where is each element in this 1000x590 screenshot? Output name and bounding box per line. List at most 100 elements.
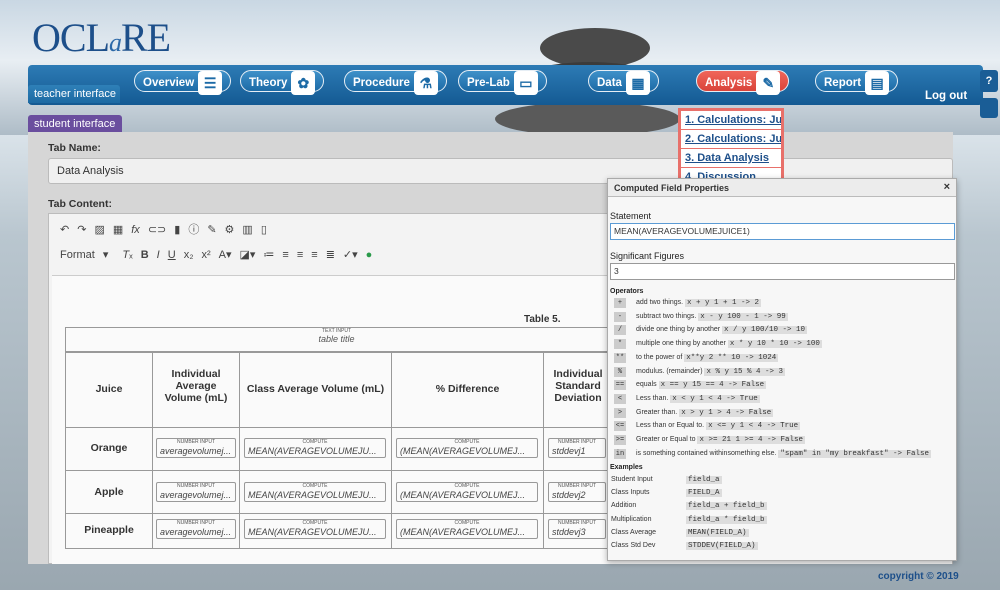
tab-theory[interactable]: Theory ✿ [240,70,325,95]
header-individual-average: Individual Average Volume (mL) [164,368,228,404]
operator-row: * multiple one thing by another x * y 10 … [614,338,822,350]
underline-icon[interactable]: U [168,244,176,266]
dialog-title: Computed Field Properties [608,179,956,197]
book-icon[interactable]: ▮ [174,219,180,241]
example-name: Student Input [611,476,653,483]
table-caption-input[interactable]: TEXT INPUT table title [65,327,608,352]
examples-label: Examples [610,464,643,471]
table-border [65,352,66,548]
menu-item-calculations-juice2[interactable]: 2. Calculations: Juice2 [681,130,781,149]
sig-figs-label: Significant Figures [610,251,685,261]
number-input-cell[interactable]: NUMBER INPUT stddevj3 [548,519,606,539]
operator-symbol: * [614,339,626,350]
brain-icon: ✿ [291,71,316,95]
tab-report[interactable]: Report ▤ [815,70,899,95]
number-input-cell[interactable]: NUMBER INPUT averagevolumej... [156,482,236,502]
tab-data[interactable]: Data ▦ [588,70,659,95]
logout-button[interactable]: Log out [925,90,967,102]
tab-overview[interactable]: Overview ☰ [134,70,232,95]
align-right-icon[interactable]: ≡ [311,244,317,266]
example-code: FIELD_A [686,489,722,498]
tab-procedure[interactable]: Procedure ⚗ [344,70,447,95]
example-name: Class Average [611,528,657,536]
image-icon[interactable]: ▨ [94,219,104,241]
operator-desc: Less than. [636,394,669,402]
operator-symbol: / [614,325,626,336]
number-input-cell[interactable]: NUMBER INPUT stddevj1 [548,438,606,458]
operator-symbol: ** [614,352,626,363]
operator-example: x >= 21 1 >= 4 -> False [697,436,806,444]
subscript-icon[interactable]: x₂ [184,244,194,266]
app-logo[interactable]: OCLaRE [32,14,171,61]
header-juice: Juice [95,383,123,395]
menu-item-calculations-juice1[interactable]: 1. Calculations: Juice1 [681,111,781,130]
align-center-icon[interactable]: ≡ [297,244,303,266]
bold-icon[interactable]: B [141,244,149,266]
editor-toolbar-row2: Format ▾ Tₓ B I Ux₂ x² A▾ ◪▾ ≔ ≡ ≡ ≡ ≣ ✓▾ ● [60,244,380,266]
tab-analysis[interactable]: Analysis ✎ [696,70,790,95]
link-icon[interactable]: ⊂⊃ [148,219,166,241]
table-border [65,427,608,428]
statement-input[interactable]: MEAN(AVERAGEVOLUMEJUICE1) [610,223,955,240]
operators-label: Operators [610,288,644,295]
info-icon[interactable]: ⓘ [188,219,199,241]
settings-icon[interactable]: ⚙ [225,219,235,241]
analysis-dropdown-menu: 1. Calculations: Juice1 2. Calculations:… [678,108,784,187]
redo-icon[interactable]: ↷ [77,219,86,241]
bg-color-icon[interactable]: ◪▾ [240,244,256,266]
compute-cell[interactable]: COMPUTE MEAN(AVERAGEVOLUMEJU... [244,482,386,502]
edit-icon[interactable]: ✎ [207,219,216,241]
superscript-icon[interactable]: x² [201,244,210,266]
table-icon[interactable]: ▦ [113,219,123,241]
copyright-text: copyright © 2019 [878,571,959,582]
compute-cell[interactable]: COMPUTE (MEAN(AVERAGEVOLUMEJ... [396,438,538,458]
chart-icon[interactable]: ▥ [242,219,252,241]
tab-prelab[interactable]: Pre-Lab ▭ [458,70,547,95]
header-class-average: Class Average Volume (mL) [246,383,385,395]
compute-cell[interactable]: COMPUTE (MEAN(AVERAGEVOLUMEJ... [396,519,538,539]
format-select[interactable]: Format [60,244,95,266]
logo-sub: a [109,28,122,57]
sig-figs-input[interactable]: 3 [610,263,955,280]
help-icon[interactable]: ? [980,70,998,92]
list-icon[interactable]: ≔ [263,244,274,266]
table-border [65,352,608,353]
student-interface-tab[interactable]: student interface [28,115,122,133]
refresh-icon[interactable]: ● [366,244,373,266]
operator-desc: to the power of [636,353,683,361]
caption-value: table title [318,334,355,344]
menu-item-data-analysis[interactable]: 3. Data Analysis [681,149,781,168]
table-title: Table 5. [524,314,561,325]
user-icon[interactable] [980,98,998,118]
operator-row: > Greater than. x > y 1 > 4 -> False [614,407,774,419]
formula-icon[interactable]: fx [131,219,140,241]
document-icon[interactable]: ▯ [261,219,267,241]
spellcheck-icon[interactable]: ✓▾ [343,244,358,266]
undo-icon[interactable]: ↶ [60,219,69,241]
close-icon[interactable]: × [944,181,950,193]
compute-cell[interactable]: COMPUTE (MEAN(AVERAGEVOLUMEJ... [396,482,538,502]
operator-symbol: < [614,393,626,404]
example-name: Class Inputs [611,489,650,497]
compute-cell[interactable]: COMPUTE MEAN(AVERAGEVOLUMEJU... [244,519,386,539]
table-border [543,352,544,548]
align-left-icon[interactable]: ≡ [282,244,288,266]
number-input-cell[interactable]: NUMBER INPUT stddevj2 [548,482,606,502]
number-input-cell[interactable]: NUMBER INPUT averagevolumej... [156,438,236,458]
justify-icon[interactable]: ≣ [326,244,335,266]
number-input-cell[interactable]: NUMBER INPUT averagevolumej... [156,519,236,539]
table-border [152,352,153,548]
clear-format-icon[interactable]: Tₓ [122,244,132,266]
example-row: Multiplication field_a * field_b [611,514,767,526]
example-row: Class Average MEAN(FIELD_A) [611,527,749,539]
text-color-icon[interactable]: A▾ [219,244,232,266]
operator-example: "spam" in "my breakfast" -> False [778,449,931,458]
compute-cell[interactable]: COMPUTE MEAN(AVERAGEVOLUMEJU... [244,438,386,458]
example-code: STDDEV(FIELD_A) [686,542,758,550]
chevron-down-icon[interactable]: ▾ [103,244,109,266]
operator-desc: multiple one thing by another [636,340,726,348]
italic-icon[interactable]: I [157,244,160,266]
operator-example: x > y 1 > 4 -> False [679,408,774,417]
operator-example: x < y 1 < 4 -> True [670,394,760,403]
teacher-interface-tab[interactable]: teacher interface [28,85,120,103]
